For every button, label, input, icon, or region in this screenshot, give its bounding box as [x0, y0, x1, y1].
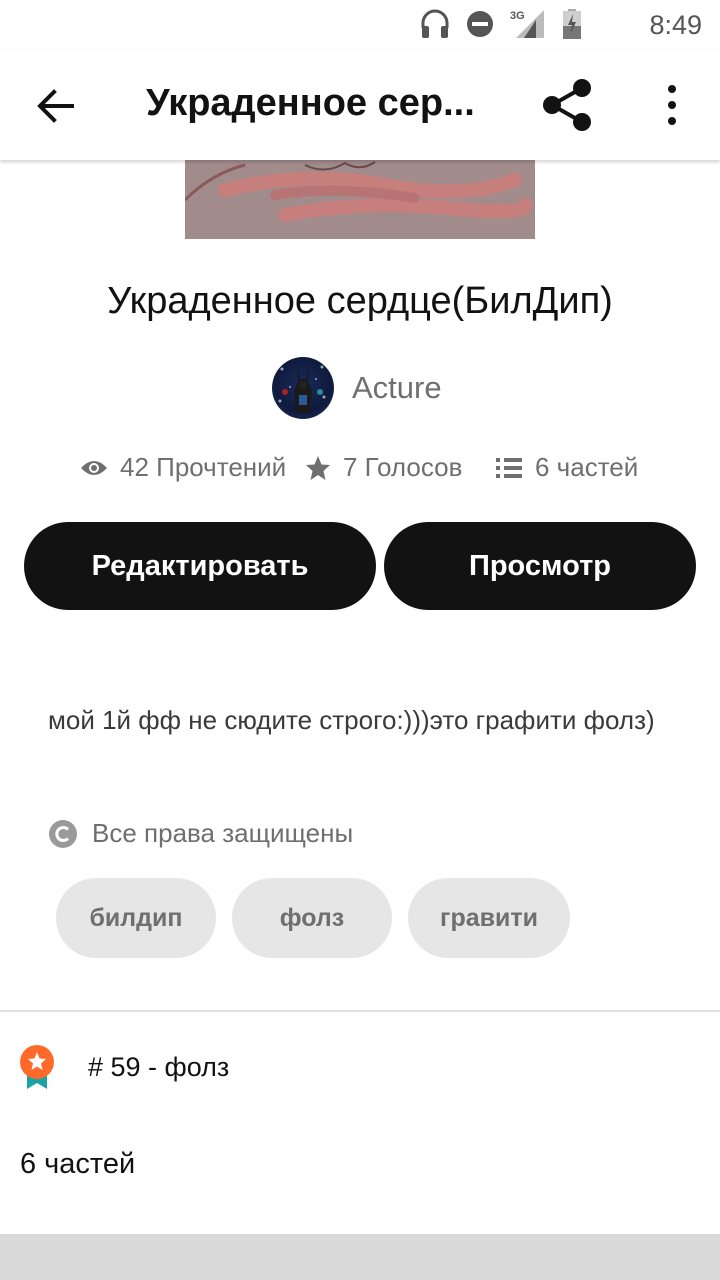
author-link[interactable]: Acture [272, 357, 442, 419]
copyright-row: Все права защищены [48, 818, 353, 849]
tag-chip[interactable]: фолз [232, 878, 392, 958]
share-icon[interactable] [538, 78, 598, 132]
clock: 8:49 [649, 10, 702, 40]
toolbar-title: Украденное сер... [146, 82, 475, 124]
parts-count: 6 частей [535, 452, 639, 482]
parts-list-start [0, 1234, 720, 1280]
tag-chip[interactable]: билдип [56, 878, 216, 958]
edit-button[interactable]: Редактировать [24, 522, 376, 610]
tag-list: билдип фолз гравити [56, 878, 586, 958]
ranking-row[interactable]: # 59 - фолз [18, 1044, 229, 1090]
ranking-text[interactable]: # 59 - фолз [88, 1052, 229, 1083]
signal-icon: 3G [510, 8, 546, 40]
votes-count: 7 Голосов [343, 452, 463, 482]
author-name[interactable]: Acture [352, 370, 442, 406]
list-icon [496, 457, 522, 478]
back-arrow-icon[interactable] [28, 80, 84, 132]
top-app-bar: Украденное сер... [0, 50, 720, 160]
story-description: мой 1й фф не сюдите строго:)))это графит… [48, 705, 655, 735]
reads-count: 42 Прочтений [120, 452, 287, 482]
do-not-disturb-icon [467, 11, 493, 37]
reads-stat: 42 Прочтений [80, 452, 286, 483]
star-icon [306, 455, 330, 480]
more-vert-icon[interactable] [650, 80, 694, 130]
view-button[interactable]: Просмотр [384, 522, 696, 610]
section-divider [0, 1010, 720, 1012]
headphones-icon [421, 9, 449, 38]
votes-stat: 7 Голосов [305, 452, 462, 483]
copyright-icon [49, 819, 77, 848]
ranking-badge-icon [20, 1045, 54, 1089]
battery-icon [563, 9, 581, 39]
story-stats: 42 Прочтений 7 Голосов 6 частей [0, 452, 720, 496]
eye-icon [81, 460, 107, 475]
parts-stat: 6 частей [495, 452, 638, 483]
status-bar: 3G 8:49 [0, 0, 720, 50]
parts-heading: 6 частей [20, 1148, 136, 1180]
tag-chip[interactable]: гравити [408, 878, 570, 958]
copyright-text: Все права защищены [92, 818, 354, 848]
story-cover-image[interactable] [185, 160, 535, 239]
avatar[interactable] [272, 357, 334, 419]
story-title: Украденное сердце(БилДип) [107, 280, 613, 322]
